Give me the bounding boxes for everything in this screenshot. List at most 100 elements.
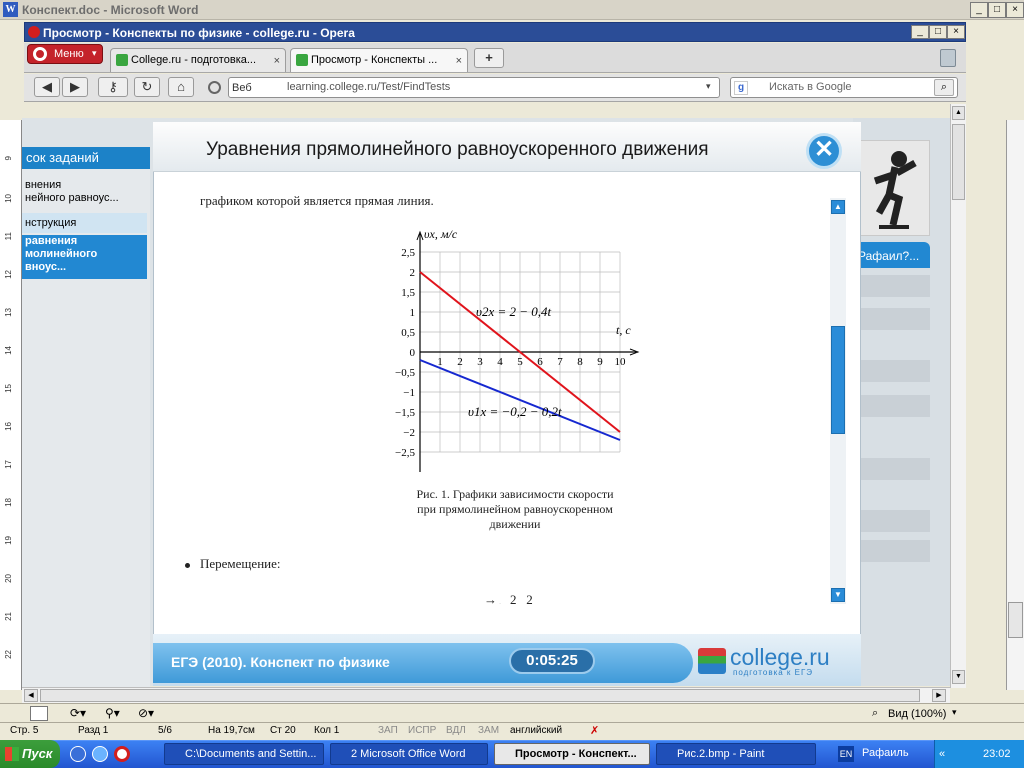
opera-scroll-thumb[interactable]: [952, 124, 965, 200]
status-trk[interactable]: ИСПР: [408, 725, 436, 736]
task-opera[interactable]: Просмотр - Конспект...: [494, 743, 650, 765]
word-icon: W: [3, 2, 18, 17]
x-tick-label: 4: [497, 356, 503, 368]
opera-horizontal-scrollbar[interactable]: ◀ ▶: [22, 687, 950, 703]
chevron-down-icon: ▾: [92, 48, 97, 58]
zoom-label[interactable]: Вид (100%): [888, 708, 946, 720]
trash-icon[interactable]: [940, 49, 956, 67]
x-tick-label: 8: [577, 356, 583, 368]
status-ext[interactable]: ВДЛ: [446, 725, 466, 736]
task-paint[interactable]: Рис.2.bmp - Paint: [656, 743, 816, 765]
right-row: [858, 510, 930, 532]
spellcheck-icon[interactable]: ✗: [590, 724, 599, 737]
bullet-icon: [185, 563, 190, 568]
tab-close-icon[interactable]: ×: [274, 50, 280, 72]
y-tick-label: −0,5: [395, 367, 415, 379]
block-icon[interactable]: ⊘▾: [138, 706, 154, 720]
word-title: Конспект.doc - Microsoft Word: [22, 3, 199, 17]
series-label-v1x: υ1x = −0,2 − 0,2t: [468, 404, 562, 419]
y-tick-label: 0: [410, 347, 416, 359]
globe-icon: [208, 81, 221, 94]
velocity-chart: 1 2 3 4 5 6 7 8 9 102,521,510,50−0,5−1−1,5−2−2,5 …: [395, 227, 640, 472]
opera-restore-button[interactable]: □: [929, 25, 947, 39]
right-row: [858, 458, 930, 480]
tab-konspekt[interactable]: Просмотр - Конспекты ... ×: [290, 48, 468, 72]
status-ovr[interactable]: ЗАМ: [478, 725, 499, 736]
ruler-number: 22: [4, 650, 13, 659]
language-indicator[interactable]: EN: [838, 746, 854, 762]
opera-vertical-scrollbar[interactable]: ▲ ▼: [950, 104, 966, 688]
y-tick-label: −2,5: [395, 447, 415, 459]
books-icon: [698, 648, 726, 674]
zoom-dropdown-icon[interactable]: ▾: [952, 707, 957, 718]
search-button[interactable]: ⌕: [934, 79, 954, 96]
ie-icon[interactable]: [92, 746, 108, 762]
new-tab-button[interactable]: +: [474, 48, 504, 68]
task-list-header: сок заданий: [22, 147, 150, 169]
word-scroll-thumb[interactable]: [1008, 602, 1023, 638]
ruler-number: 16: [4, 422, 13, 431]
x-tick-label: 10: [615, 356, 627, 368]
opera-menu-button[interactable]: Меню ▾: [27, 44, 103, 64]
scroll-up-icon[interactable]: ▲: [831, 200, 845, 214]
opera-minimize-button[interactable]: _: [911, 25, 929, 39]
modal-scroll-thumb[interactable]: [831, 326, 845, 434]
home-button[interactable]: ⌂: [168, 77, 194, 97]
task-list: внения нейного равноус... нструкция равн…: [22, 169, 150, 689]
scroll-up-icon[interactable]: ▲: [952, 106, 965, 120]
tab-close-icon[interactable]: ×: [456, 50, 462, 72]
opera-quicklaunch-icon[interactable]: [114, 746, 130, 762]
y-axis-label: υx, м/с: [424, 227, 458, 241]
panel-toggle-icon[interactable]: [30, 706, 48, 721]
y-tick-label: −1,5: [395, 407, 415, 419]
cycle-icon[interactable]: ⟳▾: [70, 706, 86, 720]
taskbar-user: Рафаиль: [862, 747, 909, 759]
quicklaunch-icon[interactable]: [70, 746, 86, 762]
right-row: [858, 540, 930, 562]
scroll-left-icon[interactable]: ◀: [24, 689, 38, 702]
back-button[interactable]: ◀: [34, 77, 60, 97]
zoom-icon: ⌕: [872, 707, 879, 719]
forward-button[interactable]: ▶: [62, 77, 88, 97]
word-close-button[interactable]: ×: [1006, 2, 1024, 18]
address-dropdown-icon[interactable]: ▾: [706, 81, 711, 92]
address-input[interactable]: learning.college.ru/Test/FindTests: [228, 77, 720, 98]
y-tick-label: 2,5: [401, 247, 415, 259]
y-tick-label: −2: [403, 427, 415, 439]
status-language[interactable]: английский: [510, 725, 562, 736]
opera-icon: [28, 26, 40, 38]
opera-hscroll-thumb[interactable]: [40, 689, 920, 702]
task-word[interactable]: 2 Microsoft Office Word: [330, 743, 488, 765]
tab-college[interactable]: College.ru - подготовка... ×: [110, 48, 286, 72]
scroll-down-icon[interactable]: ▼: [952, 670, 965, 684]
y-tick-label: 1: [410, 307, 416, 319]
college-logo: college.ru: [730, 644, 830, 670]
task-list-item-active[interactable]: равнения молинейного вноус...: [22, 235, 147, 279]
close-modal-button[interactable]: ✕: [806, 133, 842, 169]
chart-axes: [416, 230, 640, 472]
opera-close-button[interactable]: ×: [947, 25, 965, 39]
tab-favicon-icon: [296, 54, 308, 66]
word-vertical-scrollbar[interactable]: [1006, 120, 1024, 690]
reload-button[interactable]: ↻: [134, 77, 160, 97]
task-explorer[interactable]: C:\Documents and Settin...: [164, 743, 324, 765]
google-icon[interactable]: g: [734, 81, 748, 95]
word-minimize-button[interactable]: _: [970, 2, 988, 18]
wand-key-button[interactable]: ⚷: [98, 77, 128, 97]
search-input[interactable]: Искать в Google: [730, 77, 958, 98]
y-tick-label: 0,5: [401, 327, 415, 339]
skater-icon: [873, 151, 917, 229]
task-list-item[interactable]: внения нейного равноус...: [22, 179, 147, 205]
ruler-number: 20: [4, 574, 13, 583]
address-scheme-label: Веб: [232, 82, 252, 94]
word-maximize-button[interactable]: □: [988, 2, 1006, 18]
scroll-right-icon[interactable]: ▶: [932, 689, 946, 702]
status-rec[interactable]: ЗАП: [378, 725, 398, 736]
x-tick-label: 3: [477, 356, 483, 368]
tray-expand-icon[interactable]: «: [939, 740, 945, 768]
user-name: Рафаил?...: [858, 249, 920, 263]
scroll-down-icon[interactable]: ▼: [831, 588, 845, 602]
intro-text: графиком которой является прямая линия.: [200, 193, 434, 208]
task-list-item-instruction[interactable]: нструкция: [22, 213, 147, 233]
share-icon[interactable]: ⚲▾: [105, 706, 120, 720]
